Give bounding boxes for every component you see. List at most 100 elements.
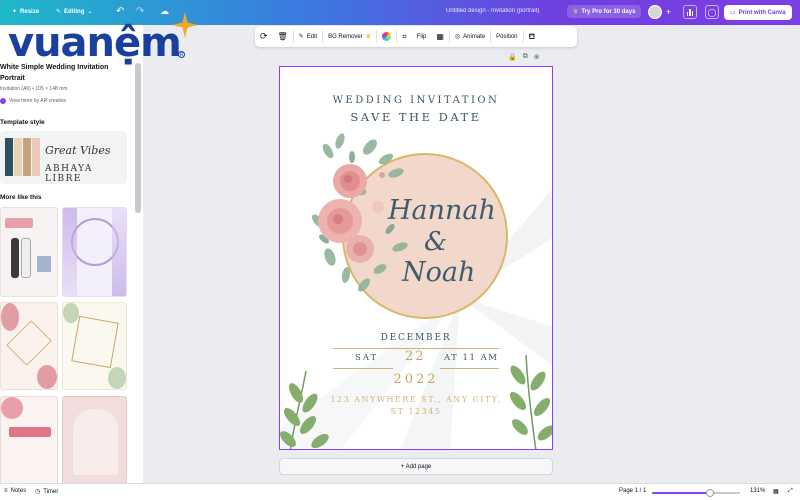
template-thumbnail[interactable] [0, 396, 58, 483]
cloud-save-icon[interactable]: ☁ [160, 6, 169, 17]
name-noah: Noah [402, 257, 476, 288]
logo-text: vuanệm [8, 20, 182, 66]
comment-icon[interactable]: ◯ [705, 5, 719, 19]
zoom-slider[interactable] [652, 489, 740, 497]
creator-avatar [0, 98, 6, 104]
template-size: Invitation (A6) • 105 × 148 mm [0, 86, 68, 92]
lock-icon[interactable]: 🔒 [508, 53, 517, 61]
foliage-left [280, 370, 329, 449]
edit-icon: ✎ [298, 34, 304, 40]
add-page-icon[interactable]: ⊕ [534, 53, 540, 61]
resize-label: Resize [20, 8, 40, 15]
paint-format-button[interactable]: ⛾ [524, 26, 541, 47]
color-wheel-icon [382, 32, 392, 41]
crop-icon: ⌗ [402, 31, 407, 41]
page-actions: 🔒 ⧉ ⊕ [508, 53, 540, 61]
foliage-right [509, 354, 552, 449]
position-button[interactable]: Position [491, 26, 522, 47]
delete-button[interactable]: 🗑 [273, 26, 293, 47]
rotate-icon: ⟳ [260, 31, 268, 41]
template-style-card[interactable]: Great Vibes ABHAYA LIBRE [0, 131, 127, 184]
timer-icon: ◷ [35, 489, 41, 495]
template-thumbnail[interactable] [62, 207, 127, 297]
color-swatch [23, 138, 31, 176]
context-toolbar: ⟳ 🗑 ✎ Edit BG Remover ♛ ⌗ Flip ▦ ◎ Anima… [255, 26, 577, 47]
bg-remover-label: BG Remover [328, 33, 363, 40]
view-more-label: View more by AR creative [9, 98, 67, 104]
name-hannah: Hannah [388, 195, 496, 226]
redo-button[interactable]: ↷ [136, 6, 144, 17]
crown-icon: ♛ [573, 9, 579, 15]
timer-label: Timer [43, 488, 59, 495]
chevron-down-icon: ⌄ [87, 9, 93, 15]
document-title[interactable]: Untitled design - Invitation (portrait) [446, 8, 539, 14]
color-swatch [5, 138, 13, 176]
add-page-button[interactable]: + Add page [279, 458, 553, 475]
view-more-link[interactable]: View more by AR creative [0, 98, 66, 104]
try-pro-button[interactable]: ♛ Try Pro for 30 days [567, 5, 642, 18]
notes-label: Notes [10, 488, 27, 494]
sparkle-icon: ✦ [12, 9, 18, 15]
bg-remover-button[interactable]: BG Remover ♛ [323, 26, 376, 47]
resize-button[interactable]: ✦ Resize [12, 8, 40, 16]
grid-view-icon[interactable]: ▦ [773, 488, 779, 495]
zoom-slider-fill [652, 492, 711, 494]
checkerboard-icon: ▦ [436, 32, 444, 41]
position-label: Position [496, 33, 518, 40]
editing-mode-button[interactable]: ✎ Editing ⌄ [56, 8, 93, 16]
vuanem-logo: vuanệm R [8, 12, 198, 66]
style-font-1: Great Vibes [45, 144, 111, 157]
invitation-page[interactable]: WEDDING INVITATION SAVE THE DATE Hannah … [279, 66, 553, 450]
panel-scrollbar[interactable] [135, 63, 141, 213]
date-month: DECEMBER [380, 333, 452, 343]
template-thumbnail[interactable] [62, 396, 127, 483]
heading-wedding-invitation: WEDDING INVITATION [332, 95, 500, 106]
flip-label: Flip [416, 33, 427, 40]
print-with-canva-button[interactable]: ▭ Print with Canva [724, 5, 792, 20]
undo-button[interactable]: ↶ [116, 6, 124, 17]
star-icon [172, 12, 198, 38]
flip-button[interactable]: Flip [412, 26, 432, 47]
avatar[interactable] [648, 5, 662, 19]
try-pro-label: Try Pro for 30 days [581, 8, 636, 15]
heading-save-the-date: SAVE THE DATE [350, 110, 482, 124]
pencil-icon: ✎ [56, 9, 62, 15]
color-picker-button[interactable] [377, 26, 396, 47]
registered-icon: R [178, 51, 185, 58]
paint-roller-icon: ⛾ [528, 31, 536, 41]
timer-button[interactable]: ◷ Timer [35, 488, 59, 496]
print-label: Print with Canva [738, 9, 786, 16]
zoom-slider-handle[interactable] [706, 489, 715, 497]
rotate-button[interactable]: ⟳ [255, 26, 273, 47]
date-divider [440, 368, 499, 369]
more-like-this-heading: More like this [0, 194, 42, 201]
date-weekday: SAT [355, 353, 379, 363]
color-swatch [32, 138, 40, 176]
fullscreen-icon[interactable]: ⤢ [788, 488, 793, 495]
page-indicator[interactable]: Page 1 / 1 [619, 488, 646, 494]
printer-icon: ▭ [730, 10, 736, 16]
trash-icon: 🗑 [277, 32, 288, 41]
name-ampersand: & [424, 227, 448, 257]
template-thumbnail[interactable] [62, 302, 127, 390]
editing-label: Editing [64, 8, 85, 15]
crown-icon: ♛ [365, 34, 372, 40]
add-collaborator-button[interactable]: + [666, 7, 671, 17]
template-thumbnail[interactable] [0, 302, 58, 390]
insights-icon[interactable] [683, 5, 697, 19]
duplicate-icon[interactable]: ⧉ [523, 53, 528, 61]
template-panel: White Simple Wedding Invitation Portrait… [0, 25, 143, 483]
animate-icon: ◎ [454, 34, 461, 40]
animate-button[interactable]: ◎ Animate [450, 26, 490, 47]
edit-label: Edit [306, 33, 318, 40]
transparency-button[interactable]: ▦ [431, 26, 449, 47]
crop-button[interactable]: ⌗ [397, 26, 412, 47]
style-font-2: ABHAYA LIBRE [45, 164, 93, 184]
bottom-bar: ≡ Notes ◷ Timer Page 1 / 1 131% ▦ ⤢ [0, 483, 800, 500]
add-page-label: + Add page [400, 463, 432, 470]
zoom-level[interactable]: 131% [750, 488, 765, 494]
date-day: 22 [405, 349, 426, 364]
notes-button[interactable]: ≡ Notes [4, 488, 26, 494]
template-thumbnail[interactable] [0, 207, 58, 297]
edit-button[interactable]: ✎ Edit [294, 26, 322, 47]
